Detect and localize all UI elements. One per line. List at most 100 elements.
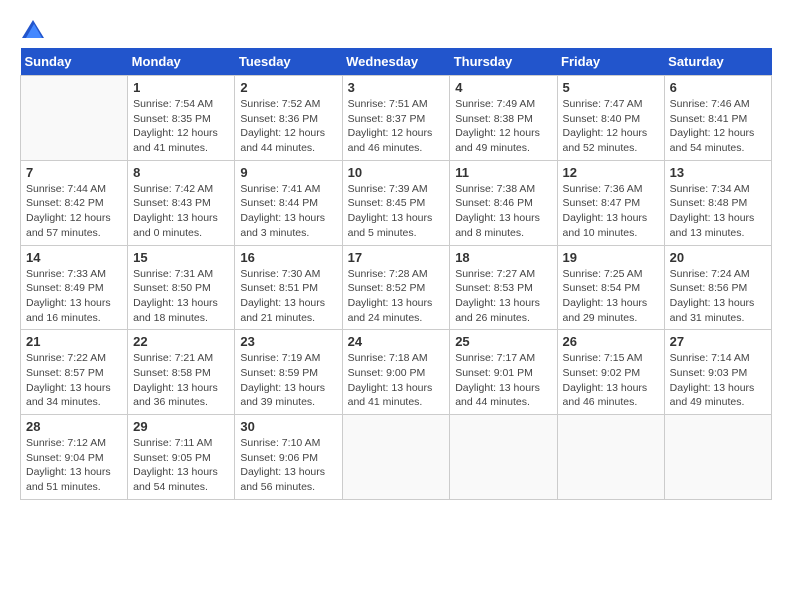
day-info: Sunrise: 7:44 AM Sunset: 8:42 PM Dayligh…	[26, 182, 122, 241]
calendar-cell	[664, 415, 771, 500]
day-info: Sunrise: 7:41 AM Sunset: 8:44 PM Dayligh…	[240, 182, 336, 241]
calendar-header-thursday: Thursday	[450, 48, 557, 76]
calendar-week-2: 7Sunrise: 7:44 AM Sunset: 8:42 PM Daylig…	[21, 160, 772, 245]
calendar-cell: 7Sunrise: 7:44 AM Sunset: 8:42 PM Daylig…	[21, 160, 128, 245]
calendar-cell: 16Sunrise: 7:30 AM Sunset: 8:51 PM Dayli…	[235, 245, 342, 330]
day-number: 15	[133, 250, 229, 265]
day-info: Sunrise: 7:12 AM Sunset: 9:04 PM Dayligh…	[26, 436, 122, 495]
logo-icon	[22, 20, 44, 38]
calendar-header-tuesday: Tuesday	[235, 48, 342, 76]
day-info: Sunrise: 7:11 AM Sunset: 9:05 PM Dayligh…	[133, 436, 229, 495]
calendar-cell	[342, 415, 450, 500]
day-info: Sunrise: 7:31 AM Sunset: 8:50 PM Dayligh…	[133, 267, 229, 326]
calendar-cell	[557, 415, 664, 500]
day-number: 13	[670, 165, 766, 180]
logo	[20, 20, 44, 38]
day-info: Sunrise: 7:19 AM Sunset: 8:59 PM Dayligh…	[240, 351, 336, 410]
day-info: Sunrise: 7:46 AM Sunset: 8:41 PM Dayligh…	[670, 97, 766, 156]
day-number: 17	[348, 250, 445, 265]
day-number: 1	[133, 80, 229, 95]
day-number: 3	[348, 80, 445, 95]
day-info: Sunrise: 7:17 AM Sunset: 9:01 PM Dayligh…	[455, 351, 551, 410]
day-number: 8	[133, 165, 229, 180]
day-number: 5	[563, 80, 659, 95]
calendar-cell: 11 Sunrise: 7:38 AM Sunset: 8:46 PM Dayli…	[450, 160, 557, 245]
calendar-cell	[450, 415, 557, 500]
day-info: Sunrise: 7:14 AM Sunset: 9:03 PM Dayligh…	[670, 351, 766, 410]
calendar-cell: 5 Sunrise: 7:47 AM Sunset: 8:40 PM Daylig…	[557, 76, 664, 161]
day-info: Sunrise: 7:42 AM Sunset: 8:43 PM Dayligh…	[133, 182, 229, 241]
day-info: Sunrise: 7:10 AM Sunset: 9:06 PM Dayligh…	[240, 436, 336, 495]
calendar-cell: 27 Sunrise: 7:14 AM Sunset: 9:03 PM Dayli…	[664, 330, 771, 415]
calendar-header-friday: Friday	[557, 48, 664, 76]
day-number: 9	[240, 165, 336, 180]
calendar-cell: 6 Sunrise: 7:46 AM Sunset: 8:41 PM Daylig…	[664, 76, 771, 161]
calendar-cell: 28 Sunrise: 7:12 AM Sunset: 9:04 PM Dayli…	[21, 415, 128, 500]
day-number: 23	[240, 334, 336, 349]
day-info: Sunrise: 7:21 AM Sunset: 8:58 PM Dayligh…	[133, 351, 229, 410]
day-info: Sunrise: 7:15 AM Sunset: 9:02 PM Dayligh…	[563, 351, 659, 410]
day-info: Sunrise: 7:27 AM Sunset: 8:53 PM Dayligh…	[455, 267, 551, 326]
day-number: 24	[348, 334, 445, 349]
calendar-header-saturday: Saturday	[664, 48, 771, 76]
day-info: Sunrise: 7:22 AM Sunset: 8:57 PM Dayligh…	[26, 351, 122, 410]
day-number: 28	[26, 419, 122, 434]
calendar-header-row: SundayMondayTuesdayWednesdayThursdayFrid…	[21, 48, 772, 76]
header	[20, 20, 772, 38]
calendar-cell: 14 Sunrise: 7:33 AM Sunset: 8:49 PM Dayli…	[21, 245, 128, 330]
day-info: Sunrise: 7:49 AM Sunset: 8:38 PM Dayligh…	[455, 97, 551, 156]
calendar-header-wednesday: Wednesday	[342, 48, 450, 76]
calendar-cell	[21, 76, 128, 161]
day-number: 4	[455, 80, 551, 95]
day-info: Sunrise: 7:28 AM Sunset: 8:52 PM Dayligh…	[348, 267, 445, 326]
day-info: Sunrise: 7:39 AM Sunset: 8:45 PM Dayligh…	[348, 182, 445, 241]
day-number: 11	[455, 165, 551, 180]
day-number: 21	[26, 334, 122, 349]
calendar-cell: 12Sunrise: 7:36 AM Sunset: 8:47 PM Dayli…	[557, 160, 664, 245]
calendar-cell: 22 Sunrise: 7:21 AM Sunset: 8:58 PM Dayli…	[128, 330, 235, 415]
calendar-table: SundayMondayTuesdayWednesdayThursdayFrid…	[20, 48, 772, 500]
calendar-cell: 29 Sunrise: 7:11 AM Sunset: 9:05 PM Dayli…	[128, 415, 235, 500]
day-number: 10	[348, 165, 445, 180]
calendar-header-monday: Monday	[128, 48, 235, 76]
day-info: Sunrise: 7:24 AM Sunset: 8:56 PM Dayligh…	[670, 267, 766, 326]
day-info: Sunrise: 7:51 AM Sunset: 8:37 PM Dayligh…	[348, 97, 445, 156]
day-info: Sunrise: 7:47 AM Sunset: 8:40 PM Dayligh…	[563, 97, 659, 156]
calendar-week-1: 1 Sunrise: 7:54 AM Sunset: 8:35 PM Daylig…	[21, 76, 772, 161]
day-info: Sunrise: 7:36 AM Sunset: 8:47 PM Dayligh…	[563, 182, 659, 241]
day-info: Sunrise: 7:33 AM Sunset: 8:49 PM Dayligh…	[26, 267, 122, 326]
calendar-cell: 2 Sunrise: 7:52 AM Sunset: 8:36 PM Daylig…	[235, 76, 342, 161]
day-number: 25	[455, 334, 551, 349]
calendar-header-sunday: Sunday	[21, 48, 128, 76]
day-number: 2	[240, 80, 336, 95]
calendar-cell: 8 Sunrise: 7:42 AM Sunset: 8:43 PM Daylig…	[128, 160, 235, 245]
day-number: 22	[133, 334, 229, 349]
day-info: Sunrise: 7:30 AM Sunset: 8:51 PM Dayligh…	[240, 267, 336, 326]
calendar-week-5: 28 Sunrise: 7:12 AM Sunset: 9:04 PM Dayli…	[21, 415, 772, 500]
calendar-cell: 23 Sunrise: 7:19 AM Sunset: 8:59 PM Dayli…	[235, 330, 342, 415]
day-info: Sunrise: 7:38 AM Sunset: 8:46 PM Dayligh…	[455, 182, 551, 241]
day-number: 6	[670, 80, 766, 95]
calendar-cell: 17 Sunrise: 7:28 AM Sunset: 8:52 PM Dayli…	[342, 245, 450, 330]
day-info: Sunrise: 7:52 AM Sunset: 8:36 PM Dayligh…	[240, 97, 336, 156]
calendar-cell: 30 Sunrise: 7:10 AM Sunset: 9:06 PM Dayli…	[235, 415, 342, 500]
day-number: 18	[455, 250, 551, 265]
calendar-cell: 10 Sunrise: 7:39 AM Sunset: 8:45 PM Dayli…	[342, 160, 450, 245]
day-info: Sunrise: 7:34 AM Sunset: 8:48 PM Dayligh…	[670, 182, 766, 241]
day-number: 29	[133, 419, 229, 434]
day-info: Sunrise: 7:18 AM Sunset: 9:00 PM Dayligh…	[348, 351, 445, 410]
day-info: Sunrise: 7:54 AM Sunset: 8:35 PM Dayligh…	[133, 97, 229, 156]
day-number: 30	[240, 419, 336, 434]
day-number: 26	[563, 334, 659, 349]
day-number: 27	[670, 334, 766, 349]
calendar-cell: 15 Sunrise: 7:31 AM Sunset: 8:50 PM Dayli…	[128, 245, 235, 330]
day-number: 14	[26, 250, 122, 265]
calendar-cell: 18 Sunrise: 7:27 AM Sunset: 8:53 PM Dayli…	[450, 245, 557, 330]
calendar-cell: 21 Sunrise: 7:22 AM Sunset: 8:57 PM Dayli…	[21, 330, 128, 415]
calendar-cell: 25 Sunrise: 7:17 AM Sunset: 9:01 PM Dayli…	[450, 330, 557, 415]
day-number: 19	[563, 250, 659, 265]
calendar-cell: 4 Sunrise: 7:49 AM Sunset: 8:38 PM Daylig…	[450, 76, 557, 161]
calendar-cell: 13 Sunrise: 7:34 AM Sunset: 8:48 PM Dayli…	[664, 160, 771, 245]
calendar-cell: 26 Sunrise: 7:15 AM Sunset: 9:02 PM Dayli…	[557, 330, 664, 415]
day-number: 20	[670, 250, 766, 265]
